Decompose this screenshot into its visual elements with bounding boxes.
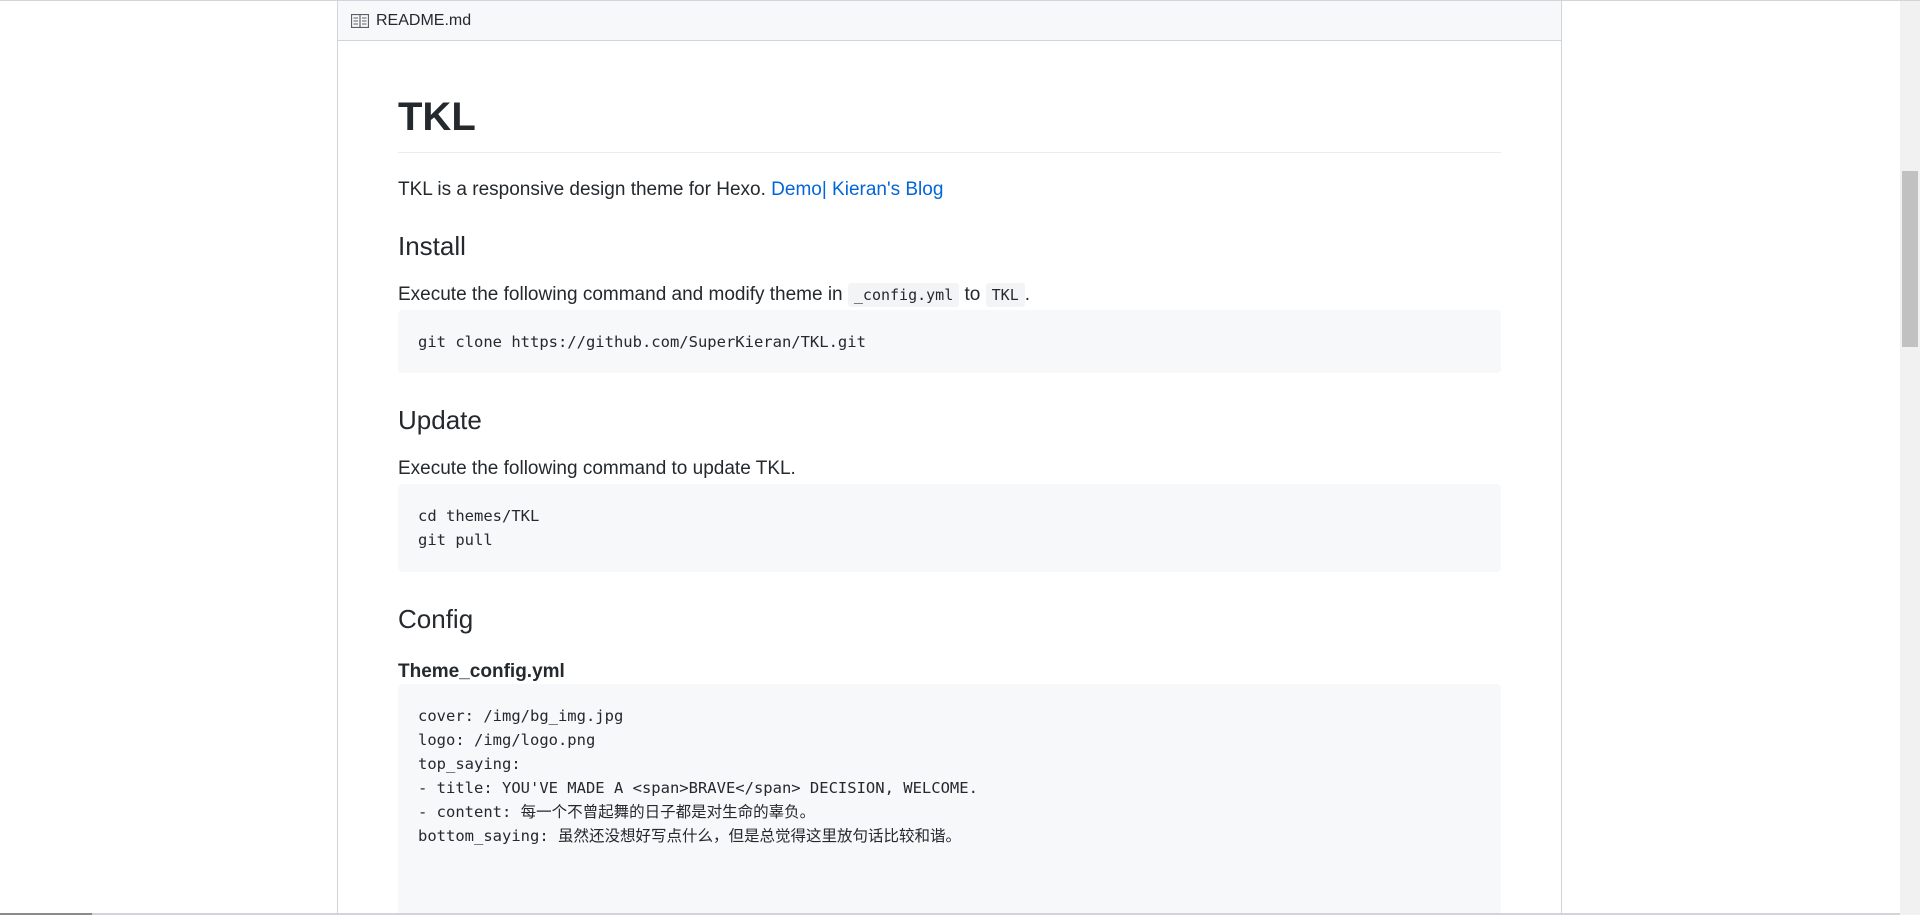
config-code-block[interactable]: cover: /img/bg_img.jpg logo: /img/logo.p… xyxy=(398,683,1501,915)
install-text-before: Execute the following command and modify… xyxy=(398,284,848,305)
update-paragraph: Execute the following command to update … xyxy=(398,458,796,479)
install-text-mid: to xyxy=(959,284,986,305)
theme-config-subheading: Theme_config.yml xyxy=(398,661,565,682)
install-paragraph: Execute the following command and modify… xyxy=(398,281,1501,310)
readme-filename[interactable]: README.md xyxy=(376,12,471,30)
update-command-block[interactable]: cd themes/TKL git pull xyxy=(398,483,1501,572)
theme-name-code: TKL xyxy=(985,283,1025,307)
readme-body: TKL TKL is a responsive design theme for… xyxy=(398,41,1501,915)
scrollbar-thumb[interactable] xyxy=(1902,171,1918,347)
update-heading: Update xyxy=(398,404,482,435)
readme-container: README.md TKL TKL is a responsive design… xyxy=(337,1,1562,915)
install-heading: Install xyxy=(398,230,466,261)
config-file-code: _config.yml xyxy=(847,283,960,307)
install-text-after: . xyxy=(1024,284,1031,305)
page-viewport: README.md TKL TKL is a responsive design… xyxy=(0,0,1920,915)
vertical-scrollbar[interactable] xyxy=(1900,1,1920,915)
readme-title: TKL xyxy=(398,93,1501,153)
config-heading: Config xyxy=(398,603,474,634)
readme-header: README.md xyxy=(338,1,1561,41)
demo-link[interactable]: Demo| Kieran's Blog xyxy=(771,179,943,200)
intro-paragraph: TKL is a responsive design theme for Hex… xyxy=(398,176,1501,205)
install-command-block[interactable]: git clone https://github.com/SuperKieran… xyxy=(398,309,1501,373)
book-icon xyxy=(350,13,370,29)
intro-text: TKL is a responsive design theme for Hex… xyxy=(398,179,772,200)
